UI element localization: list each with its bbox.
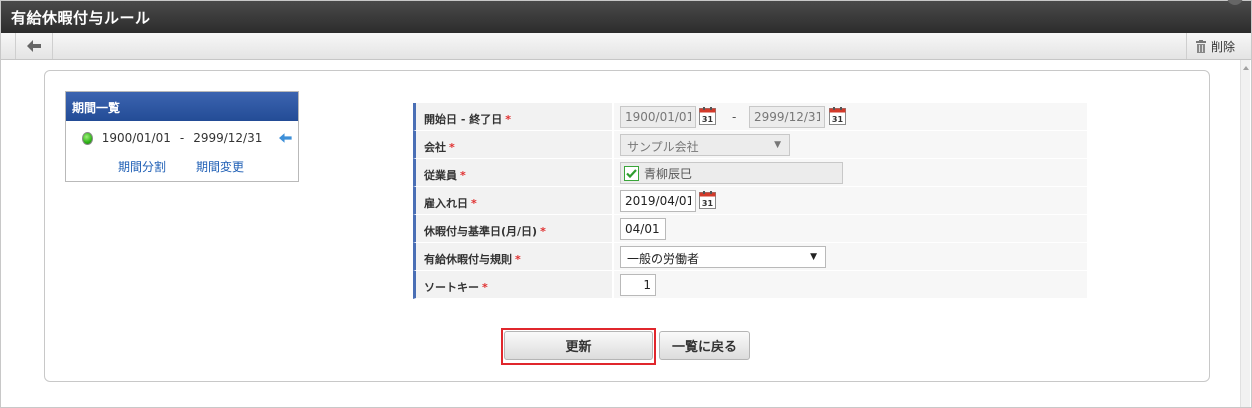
back-arrow-icon [27,40,41,52]
delete-label: 削除 [1210,39,1235,54]
period-list-item[interactable]: 1900/01/01-2999/12/31 [82,130,292,146]
period-list-panel: 期間一覧 1900/01/01-2999/12/31 期間分割 期間変更 [65,91,299,182]
required-mark: * [515,253,521,266]
field-value: 31 - 31 [614,103,1087,131]
calendar-icon[interactable]: 31 [699,191,716,209]
field-label: ソートキー * [413,271,612,299]
sort-key-input[interactable] [620,274,656,296]
toolbar: 削除 [1,33,1251,60]
trash-icon [1195,39,1206,53]
employee-field: 青柳辰巳 [620,162,843,184]
svg-text:31: 31 [702,115,714,124]
scroll-up-icon [1243,66,1249,70]
required-mark: * [449,141,455,154]
form-row-period: 開始日 - 終了日* 31 - 31 [413,103,1087,131]
page-title: 有給休暇付与ルール [11,9,151,27]
required-mark: * [540,225,546,238]
form-row-employee: 従業員 * 青柳辰巳 [413,159,1087,187]
svg-text:31: 31 [832,115,844,124]
period-end: 2999/12/31 [193,131,263,145]
required-mark: * [460,169,466,182]
window-corner [1227,0,1243,5]
employee-name: 青柳辰巳 [644,166,693,181]
company-value: サンプル会社 [627,140,699,154]
hire-date-input[interactable] [620,190,696,212]
grant-rule-select[interactable]: 一般の労働者 ▼ [620,246,826,268]
field-value: 青柳辰巳 [614,159,1087,187]
field-label: 会社 * [413,131,612,159]
app-window: 有給休暇付与ルール 削除 期間一覧 1900/01/01 - 2999/12/3… [0,0,1252,408]
period-list-header: 期間一覧 [66,92,298,121]
grant-base-date-input[interactable] [620,218,666,240]
calendar-icon[interactable]: 31 [699,107,716,125]
period-range: 1900/01/01-2999/12/31 [102,131,263,145]
grant-base-date-label: 休暇付与基準日(月/日) [424,225,538,238]
field-label: 雇入れ日 * [413,187,612,215]
form-row-company: 会社 * サンプル会社 ▼ [413,131,1087,159]
field-value: 一般の労働者 ▼ [614,243,1087,271]
period-start: 1900/01/01 [101,131,171,145]
required-mark: * [482,281,488,294]
field-value [614,215,1087,243]
hire-date-label: 雇入れ日 [424,197,468,210]
title-bar: 有給休暇付与ルール [1,0,1251,33]
employee-label: 従業員 [424,169,457,182]
back-to-list-button[interactable]: 一覧に戻る [659,331,750,360]
period-actions: 期間分割 期間変更 [118,158,244,175]
calendar-icon[interactable]: 31 [829,107,846,125]
svg-text:31: 31 [702,199,714,208]
field-label: 従業員 * [413,159,612,187]
required-mark: * [505,113,511,126]
sort-key-label: ソートキー [424,281,479,294]
field-label: 開始日 - 終了日 * [413,103,612,131]
form-row-grant-base-date: 休暇付与基準日(月/日) * [413,215,1087,243]
grant-rule-value: 一般の労働者 [627,252,700,266]
field-label: 休暇付与基準日(月/日) * [413,215,612,243]
period-separator: - [179,131,185,145]
chevron-down-icon: ▼ [810,252,817,262]
field-value: サンプル会社 ▼ [614,131,1087,159]
period-start-input [620,106,696,128]
company-select: サンプル会社 ▼ [620,134,790,156]
chevron-down-icon: ▼ [774,140,781,150]
scrollbar[interactable] [1240,60,1250,407]
checkbox-checked-icon [624,165,639,181]
field-value: 31 [614,187,1087,215]
current-period-arrow-icon[interactable] [279,132,292,144]
field-value [614,271,1087,299]
period-change-link[interactable]: 期間変更 [196,158,244,175]
required-mark: * [471,197,477,210]
delete-button[interactable]: 削除 [1185,33,1241,59]
company-label: 会社 [424,141,446,154]
period-label: 開始日 - 終了日 [424,113,503,126]
form-row-hire-date: 雇入れ日* 31 [413,187,1087,215]
update-button[interactable]: 更新 [504,331,653,360]
form-row-sort-key: ソートキー * [413,271,1087,299]
period-dash: - [732,110,737,124]
period-end-input [749,106,825,128]
grant-rule-label: 有給休暇付与規則 [424,253,512,266]
back-button[interactable] [15,33,53,59]
active-status-icon [82,131,93,145]
form-row-grant-rule: 有給休暇付与規則 * 一般の労働者 ▼ [413,243,1087,271]
period-split-link[interactable]: 期間分割 [118,158,166,175]
field-label: 有給休暇付与規則 * [413,243,612,271]
